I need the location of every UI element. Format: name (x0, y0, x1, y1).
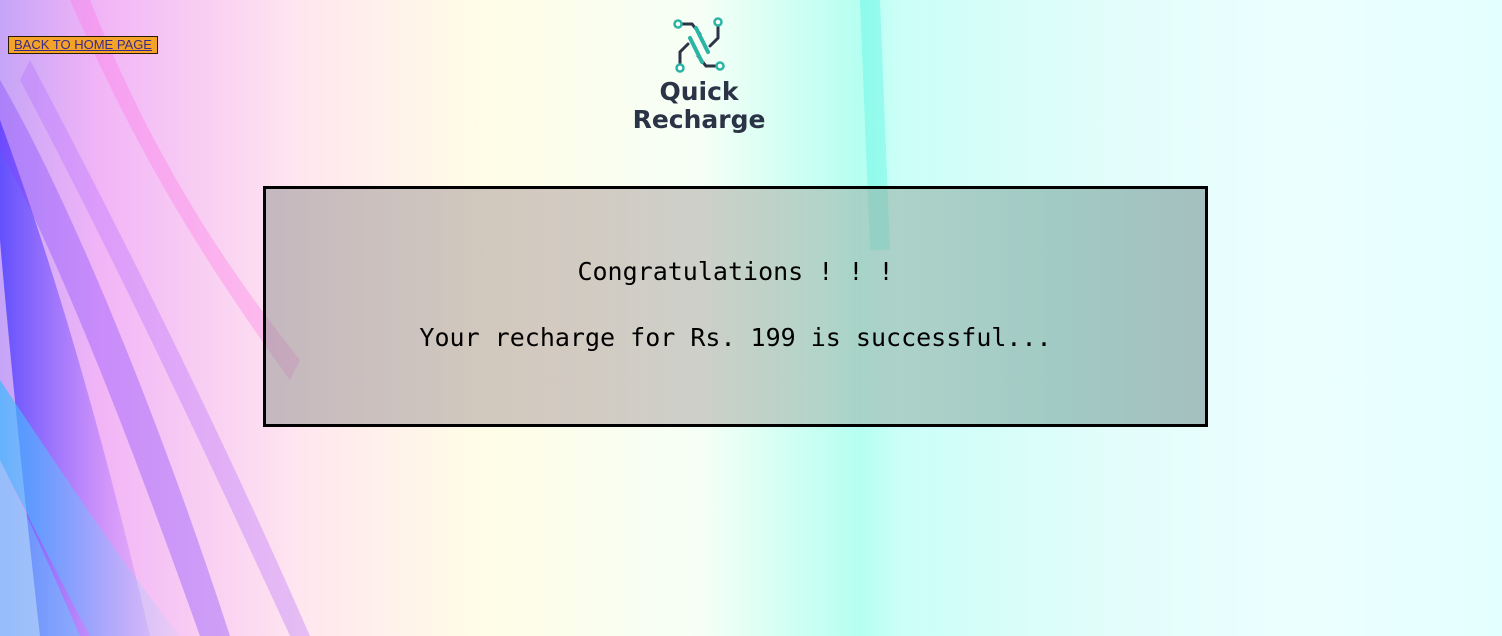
quick-recharge-logo: Quick Recharge (632, 14, 766, 140)
logo-wordmark: Quick Recharge (632, 78, 766, 134)
logo-line-quick: Quick (659, 77, 739, 106)
logo-circuit-icon (673, 17, 725, 73)
recharge-result-panel: Congratulations ! ! ! Your recharge for … (263, 186, 1208, 427)
congratulations-heading: Congratulations ! ! ! (577, 257, 894, 286)
recharge-success-message: Your recharge for Rs. 199 is successful.… (419, 323, 1052, 352)
back-to-home-link[interactable]: BACK TO HOME PAGE (8, 36, 158, 54)
logo-line-recharge: Recharge (632, 105, 766, 134)
